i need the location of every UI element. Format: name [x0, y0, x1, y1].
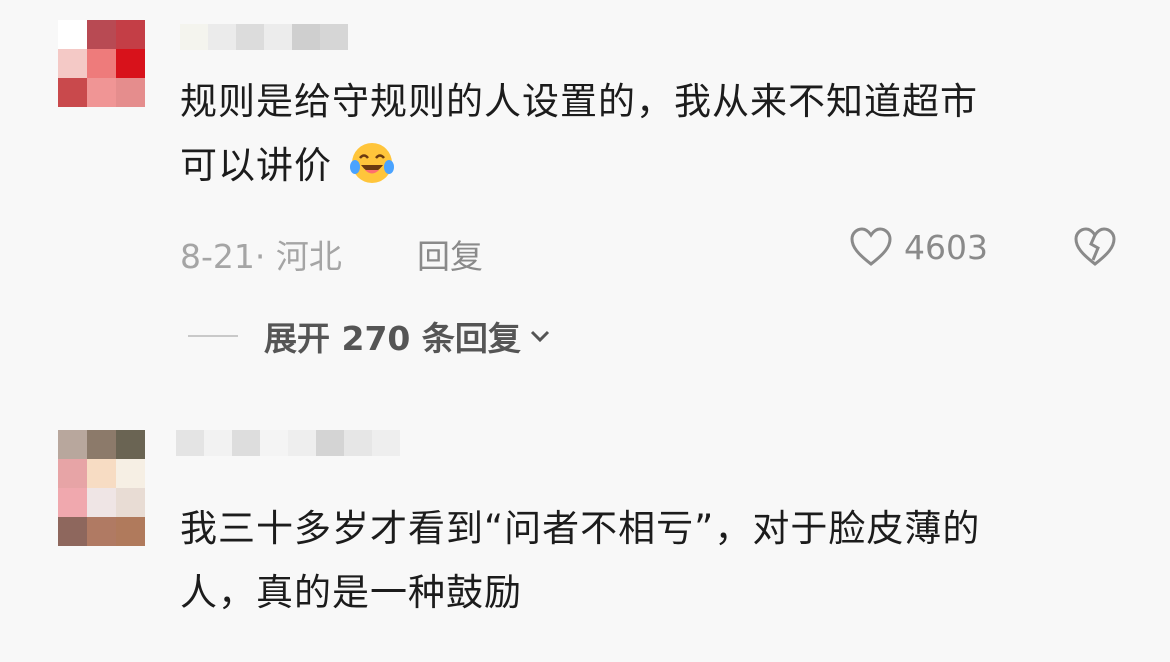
comment-text-line: 我三十多岁才看到“问者不相亏”，对于脸皮薄的	[180, 507, 981, 550]
comment-text-line: 可以讲价	[180, 134, 978, 198]
comment-date-location: 8-21· 河北	[180, 237, 342, 276]
expand-replies-label: 展开 270 条回复	[264, 319, 521, 358]
dislike-button[interactable]	[1072, 226, 1118, 272]
comment-text: 规则是给守规则的人设置的，我从来不知道超市 可以讲价	[180, 70, 978, 198]
broken-heart-icon	[1074, 227, 1116, 266]
reply-button[interactable]: 回复	[417, 230, 483, 278]
chevron-down-icon	[530, 330, 549, 343]
comment-text-line: 人，真的是一种鼓励	[180, 571, 522, 614]
avatar[interactable]	[58, 20, 145, 136]
comment-text: 我三十多岁才看到“问者不相亏”，对于脸皮薄的 人，真的是一种鼓励	[180, 497, 980, 625]
comment-text-line: 规则是给守规则的人设置的，我从来不知道超市	[180, 80, 978, 123]
like-count: 4603	[904, 227, 988, 267]
username[interactable]	[180, 24, 348, 50]
comment-section: 规则是给守规则的人设置的，我从来不知道超市 可以讲价 8-21· 河北 回复 4…	[0, 0, 1170, 662]
avatar[interactable]	[58, 430, 145, 546]
username[interactable]	[176, 430, 400, 456]
divider	[188, 335, 238, 337]
laughing-crying-emoji-icon	[349, 143, 394, 183]
like-button[interactable]: 4603	[848, 226, 988, 268]
heart-outline-icon	[850, 227, 892, 266]
expand-replies-button[interactable]: 展开 270 条回复	[188, 312, 551, 360]
